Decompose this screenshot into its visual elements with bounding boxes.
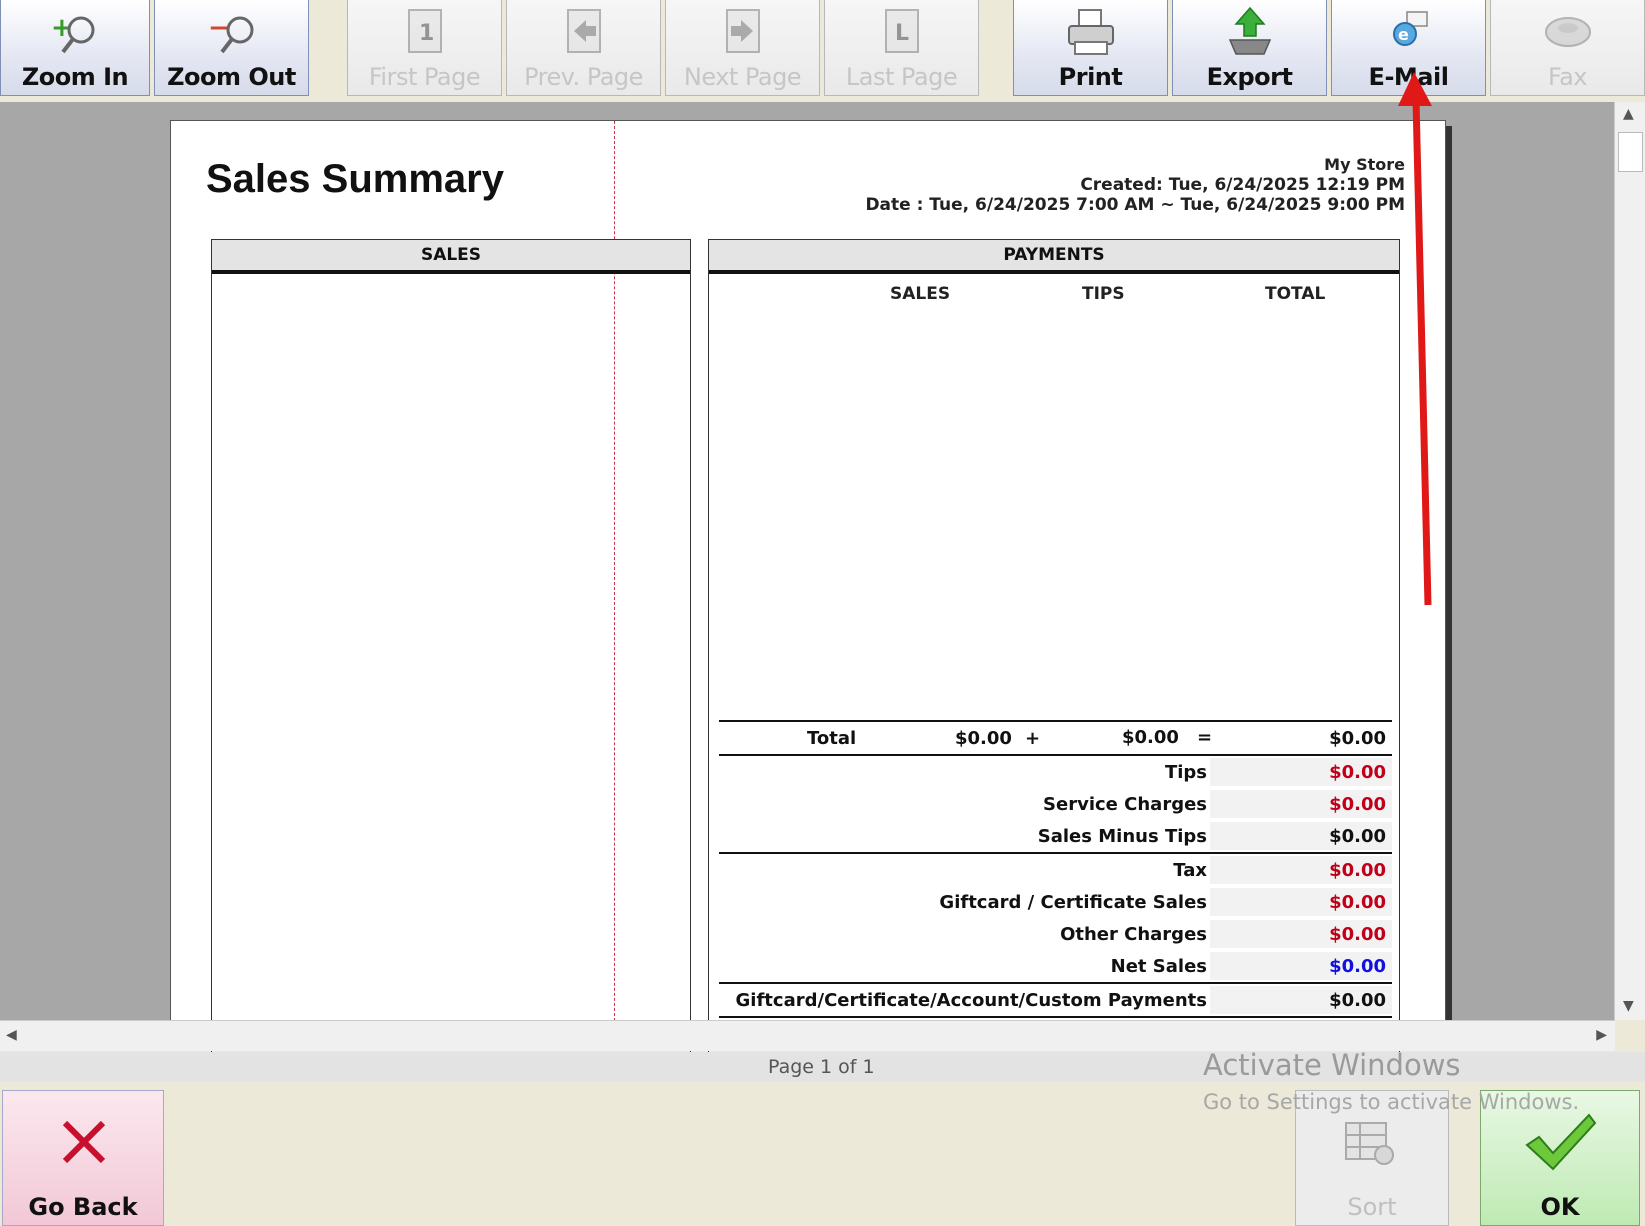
zoom-out-label: Zoom Out — [167, 63, 296, 91]
scroll-up-icon[interactable]: ▲ — [1623, 106, 1634, 122]
payments-panel-header: PAYMENTS — [709, 240, 1399, 274]
sales-panel: SALES — [211, 239, 691, 1061]
store-name: My Store — [1324, 155, 1405, 174]
summary-row-sales-minus-tips: Sales Minus Tips $0.00 — [719, 820, 1392, 854]
email-label: E-Mail — [1368, 63, 1449, 91]
summary-row-service-charges: Service Charges $0.00 — [719, 788, 1392, 820]
plus-sign: + — [1025, 728, 1041, 749]
export-label: Export — [1206, 63, 1293, 91]
vertical-scroll-thumb[interactable] — [1618, 132, 1643, 172]
activate-windows-title: Activate Windows — [1203, 1048, 1461, 1082]
summary-label: Tax — [1173, 860, 1207, 881]
report-title: Sales Summary — [206, 157, 504, 201]
go-back-button[interactable]: Go Back — [2, 1090, 164, 1226]
last-page-label: Last Page — [845, 63, 958, 91]
svg-text:1: 1 — [419, 21, 434, 46]
summary-value: $0.00 — [1329, 924, 1386, 945]
sales-panel-header: SALES — [212, 240, 690, 274]
prev-page-label: Prev. Page — [524, 63, 643, 91]
last-page-icon: L — [825, 6, 978, 60]
summary-row-tax: Tax $0.00 — [719, 854, 1392, 886]
scroll-right-icon[interactable]: ▶ — [1596, 1027, 1607, 1043]
first-page-icon: 1 — [348, 6, 501, 60]
print-label: Print — [1058, 63, 1123, 91]
summary-value: $0.00 — [1329, 826, 1386, 847]
summary-row-other-charges: Other Charges $0.00 — [719, 918, 1392, 950]
summary-row-net-sales: Net Sales $0.00 — [719, 950, 1392, 984]
summary-label: Service Charges — [1043, 794, 1207, 815]
last-page-button[interactable]: L Last Page — [824, 0, 979, 96]
email-button[interactable]: e E-Mail — [1331, 0, 1486, 96]
first-page-label: First Page — [368, 63, 481, 91]
toolbar: + Zoom In − Zoom Out 1 First Page Prev. … — [0, 0, 1645, 98]
summary-label: Giftcard / Certificate Sales — [939, 892, 1207, 913]
ok-label: OK — [1540, 1193, 1580, 1221]
summary-value: $0.00 — [1329, 956, 1386, 977]
page-indicator: Page 1 of 1 — [768, 1056, 875, 1078]
zoom-in-button[interactable]: + Zoom In — [0, 0, 150, 96]
horizontal-scrollbar[interactable]: ◀ ▶ — [0, 1020, 1615, 1051]
export-icon — [1173, 6, 1326, 60]
next-page-icon — [666, 6, 819, 60]
total-total-value: $0.00 — [1329, 728, 1386, 749]
payments-col-sales: SALES — [890, 284, 951, 304]
zoom-in-icon: + — [1, 6, 149, 60]
summary-value: $0.00 — [1329, 794, 1386, 815]
next-page-label: Next Page — [683, 63, 802, 91]
payments-summary: Total $0.00 + $0.00 = $0.00 Tips $0.00 S… — [719, 720, 1392, 1018]
zoom-out-button[interactable]: − Zoom Out — [154, 0, 309, 96]
summary-value: $0.00 — [1329, 990, 1386, 1011]
date-range: Date : Tue, 6/24/2025 7:00 AM ~ Tue, 6/2… — [865, 195, 1405, 215]
printer-icon — [1014, 6, 1167, 60]
summary-value: $0.00 — [1329, 892, 1386, 913]
fax-icon — [1491, 6, 1644, 60]
total-tips-value: $0.00 — [1122, 727, 1179, 748]
prev-page-icon — [507, 6, 660, 60]
fax-label: Fax — [1547, 63, 1588, 91]
svg-text:−: − — [208, 13, 230, 43]
zoom-out-icon: − — [155, 6, 308, 60]
print-button[interactable]: Print — [1013, 0, 1168, 96]
fax-button[interactable]: Fax — [1490, 0, 1645, 96]
summary-row-giftcard-sales: Giftcard / Certificate Sales $0.00 — [719, 886, 1392, 918]
summary-label: Tips — [1164, 762, 1207, 783]
scroll-left-icon[interactable]: ◀ — [6, 1027, 17, 1043]
total-row: Total $0.00 + $0.00 = $0.00 — [719, 720, 1392, 756]
sort-label: Sort — [1347, 1193, 1397, 1221]
summary-row-custom-payments: Giftcard/Certificate/Account/Custom Paym… — [719, 984, 1392, 1018]
total-label: Total — [807, 728, 857, 749]
summary-label: Sales Minus Tips — [1037, 826, 1207, 847]
summary-label: Net Sales — [1110, 956, 1207, 977]
prev-page-button[interactable]: Prev. Page — [506, 0, 661, 96]
summary-value: $0.00 — [1329, 762, 1386, 783]
go-back-label: Go Back — [28, 1193, 138, 1221]
first-page-button[interactable]: 1 First Page — [347, 0, 502, 96]
vertical-scrollbar[interactable]: ▲ ▼ — [1614, 102, 1645, 1020]
email-icon: e — [1332, 6, 1485, 60]
equals-sign: = — [1197, 727, 1213, 748]
summary-label: Other Charges — [1060, 924, 1207, 945]
zoom-in-label: Zoom In — [21, 63, 129, 91]
created-timestamp: Created: Tue, 6/24/2025 12:19 PM — [1080, 175, 1405, 195]
payments-panel: PAYMENTS SALES TIPS TOTAL Total $0.00 + … — [708, 239, 1400, 1061]
summary-label: Giftcard/Certificate/Account/Custom Paym… — [735, 990, 1207, 1011]
summary-row-tips: Tips $0.00 — [719, 756, 1392, 788]
summary-value: $0.00 — [1329, 860, 1386, 881]
next-page-button[interactable]: Next Page — [665, 0, 820, 96]
svg-text:L: L — [895, 21, 909, 46]
payments-col-total: TOTAL — [1265, 284, 1326, 304]
export-button[interactable]: Export — [1172, 0, 1327, 96]
scroll-down-icon[interactable]: ▼ — [1623, 998, 1634, 1014]
checkmark-icon — [1525, 1113, 1597, 1171]
close-x-icon — [62, 1120, 106, 1164]
report-page: Sales Summary My Store Created: Tue, 6/2… — [170, 120, 1446, 1061]
total-sales-value: $0.00 — [955, 728, 1012, 749]
payments-col-tips: TIPS — [1082, 284, 1125, 304]
svg-text:e: e — [1398, 25, 1409, 44]
activate-windows-subtitle: Go to Settings to activate Windows. — [1203, 1090, 1580, 1114]
sort-grid-icon — [1345, 1122, 1394, 1165]
report-header-info: My Store Created: Tue, 6/24/2025 12:19 P… — [865, 155, 1405, 215]
